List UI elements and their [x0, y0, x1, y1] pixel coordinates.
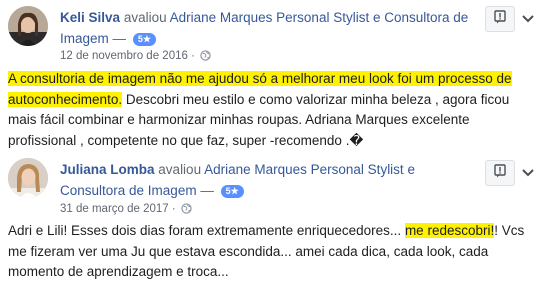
- highlighted-text: me redescobri!: [404, 223, 495, 238]
- review-text: A consultoria de imagem não me ajudou só…: [8, 69, 538, 151]
- reviewer-name[interactable]: Keli Silva: [60, 10, 120, 25]
- review-header: Keli Silva avaliou Adriane Marques Perso…: [60, 7, 480, 49]
- review-header: Juliana Lomba avaliou Adriane Marques Pe…: [60, 159, 480, 201]
- review-date[interactable]: 12 de novembro de 2016: [60, 50, 188, 62]
- chevron-down-icon: [522, 10, 534, 28]
- more-options-button[interactable]: [516, 161, 540, 185]
- report-button[interactable]: [485, 6, 515, 32]
- review-text: Adri e Lili! Esses dois dias foram extre…: [8, 221, 538, 283]
- review-verb: avaliou: [158, 162, 202, 177]
- report-flag-icon: [493, 163, 507, 183]
- review-meta: 31 de março de 2017 ·: [60, 201, 192, 219]
- meta-dot: ·: [191, 50, 195, 62]
- separator-dash: —: [112, 31, 127, 46]
- report-flag-icon: [493, 9, 507, 29]
- review-verb: avaliou: [123, 10, 167, 25]
- review-meta: 12 de novembro de 2016 ·: [60, 48, 211, 66]
- more-options-button[interactable]: [516, 7, 540, 31]
- review-card: Keli Silva avaliou Adriane Marques Perso…: [0, 0, 544, 152]
- review-text-before: Adri e Lili! Esses dois dias foram extre…: [8, 223, 405, 238]
- rating-badge: 5★: [220, 185, 244, 198]
- avatar[interactable]: [8, 6, 48, 46]
- report-button[interactable]: [485, 160, 515, 186]
- review-card: Juliana Lomba avaliou Adriane Marques Pe…: [0, 152, 544, 290]
- globe-icon: [181, 203, 192, 219]
- meta-dot: ·: [171, 203, 176, 215]
- review-date[interactable]: 31 de março de 2017: [60, 203, 169, 215]
- rating-badge: 5★: [132, 33, 156, 46]
- separator-dash: —: [200, 183, 214, 198]
- reviewer-name[interactable]: Juliana Lomba: [60, 162, 155, 177]
- avatar[interactable]: [8, 158, 48, 198]
- chevron-down-icon: [522, 164, 534, 182]
- globe-icon: [200, 50, 211, 66]
